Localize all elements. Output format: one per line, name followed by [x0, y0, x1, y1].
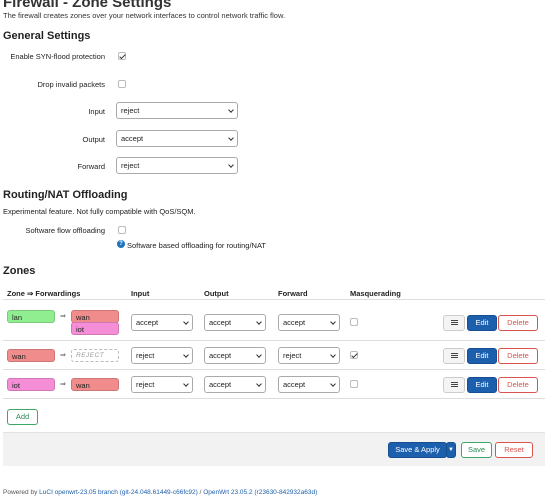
chevron-down-icon: [183, 381, 189, 387]
forward-badge-iot: iot: [71, 322, 119, 335]
forward-policy-select[interactable]: reject: [116, 157, 238, 174]
chevron-down-icon: [256, 381, 262, 387]
zone-lan-output-value: accept: [209, 318, 232, 327]
input-policy-value: reject: [121, 106, 140, 115]
col-output: Output: [204, 289, 229, 298]
powered-by-prefix: Powered by: [3, 489, 40, 496]
row-divider: [3, 340, 545, 341]
chevron-down-icon: [183, 352, 189, 358]
save-apply-button[interactable]: Save & Apply: [388, 442, 447, 458]
chevron-down-icon: [256, 319, 262, 325]
row-divider: [3, 369, 545, 370]
zone-badge-lan: lan: [7, 310, 55, 323]
input-policy-select[interactable]: reject: [116, 102, 238, 119]
luci-link[interactable]: LuCI openwrt-23.05 branch (git-24.048.61…: [39, 489, 198, 496]
zone-lan-output-select[interactable]: accept: [204, 314, 266, 331]
add-zone-button[interactable]: Add: [7, 409, 38, 425]
zone-wan-output-select[interactable]: accept: [204, 347, 266, 364]
col-zone-forwardings: Zone ⇒ Forwardings: [7, 289, 81, 298]
zone-lan-forward-select[interactable]: accept: [278, 314, 340, 331]
zone-lan-delete-button[interactable]: Delete: [498, 315, 538, 331]
zone-wan-input-select[interactable]: reject: [131, 347, 193, 364]
offloading-description: Experimental feature. Not fully compatib…: [3, 207, 196, 216]
save-button[interactable]: Save: [461, 442, 492, 458]
zone-lan-input-value: accept: [136, 318, 159, 327]
output-policy-label: Output: [82, 135, 105, 144]
forward-arrow-icon: ⇒: [60, 352, 66, 359]
zone-iot-masquerading-checkbox[interactable]: [350, 380, 358, 388]
zone-iot-input-value: reject: [136, 380, 155, 389]
menu-icon: [450, 320, 458, 325]
zone-wan-masquerading-checkbox[interactable]: [350, 351, 358, 359]
syn-flood-label: Enable SYN-flood protection: [10, 52, 105, 61]
chevron-down-icon: [228, 162, 234, 168]
zone-iot-delete-button[interactable]: Delete: [498, 377, 538, 393]
sw-flow-help-text: Software based offloading for routing/NA…: [127, 241, 266, 250]
zone-lan-input-select[interactable]: accept: [131, 314, 193, 331]
powered-by-footer: Powered by LuCI openwrt-23.05 branch (gi…: [3, 489, 317, 496]
chevron-down-icon: [256, 352, 262, 358]
menu-icon: [450, 353, 458, 358]
forward-arrow-icon: ⇒: [60, 381, 66, 388]
forward-badge-wan: wan: [71, 378, 119, 391]
zone-wan-forward-select[interactable]: reject: [278, 347, 340, 364]
row-divider: [3, 398, 545, 399]
zone-wan-input-value: reject: [136, 351, 155, 360]
zone-wan-delete-button[interactable]: Delete: [498, 348, 538, 364]
input-policy-label: Input: [88, 107, 105, 116]
col-input: Input: [131, 289, 150, 298]
zone-iot-drag-button[interactable]: [443, 377, 465, 393]
zone-iot-output-value: accept: [209, 380, 232, 389]
table-header-divider: [3, 299, 545, 300]
zone-badge-iot: iot: [7, 378, 55, 391]
zone-badge-wan: wan: [7, 349, 55, 362]
chevron-down-icon: [330, 381, 336, 387]
help-icon: ?: [117, 240, 125, 248]
forward-badge-reject: REJECT: [71, 349, 119, 362]
zone-iot-output-select[interactable]: accept: [204, 376, 266, 393]
zone-wan-drag-button[interactable]: [443, 348, 465, 364]
zone-wan-edit-button[interactable]: Edit: [467, 348, 497, 364]
zone-lan-masquerading-checkbox[interactable]: [350, 318, 358, 326]
col-forward: Forward: [278, 289, 308, 298]
save-apply-dropdown-button[interactable]: ▼: [446, 442, 456, 458]
chevron-down-icon: [330, 352, 336, 358]
chevron-down-icon: [228, 135, 234, 141]
syn-flood-checkbox[interactable]: [118, 52, 126, 60]
chevron-down-icon: [228, 107, 234, 113]
forward-arrow-icon: ⇒: [60, 313, 66, 320]
zone-wan-output-value: accept: [209, 351, 232, 360]
output-policy-select[interactable]: accept: [116, 130, 238, 147]
forward-policy-label: Forward: [77, 162, 105, 171]
zone-iot-forward-select[interactable]: accept: [278, 376, 340, 393]
forward-policy-value: reject: [121, 161, 140, 170]
caret-down-icon: ▼: [448, 447, 454, 453]
zones-heading: Zones: [3, 265, 36, 277]
sw-flow-offloading-label: Software flow offloading: [25, 226, 106, 235]
general-settings-heading: General Settings: [3, 30, 91, 42]
chevron-down-icon: [330, 319, 336, 325]
zone-lan-drag-button[interactable]: [443, 315, 465, 331]
openwrt-link[interactable]: OpenWrt 23.05.2 (r23630-842932a63d): [203, 489, 317, 496]
offloading-heading: Routing/NAT Offloading: [3, 189, 128, 201]
output-policy-value: accept: [121, 134, 144, 143]
menu-icon: [450, 382, 458, 387]
zone-lan-edit-button[interactable]: Edit: [467, 315, 497, 331]
page-description: The firewall creates zones over your net…: [3, 11, 286, 20]
chevron-down-icon: [183, 319, 189, 325]
sw-flow-offloading-checkbox[interactable]: [118, 226, 126, 234]
drop-invalid-checkbox[interactable]: [118, 80, 126, 88]
drop-invalid-label: Drop invalid packets: [37, 80, 105, 89]
reset-button[interactable]: Reset: [495, 442, 533, 458]
zone-iot-forward-value: accept: [283, 380, 306, 389]
zone-iot-edit-button[interactable]: Edit: [467, 377, 497, 393]
zone-iot-input-select[interactable]: reject: [131, 376, 193, 393]
col-masquerading: Masquerading: [350, 289, 401, 298]
zone-lan-forward-value: accept: [283, 318, 306, 327]
page-title: Firewall - Zone Settings: [3, 0, 172, 11]
zone-wan-forward-value: reject: [283, 351, 302, 360]
